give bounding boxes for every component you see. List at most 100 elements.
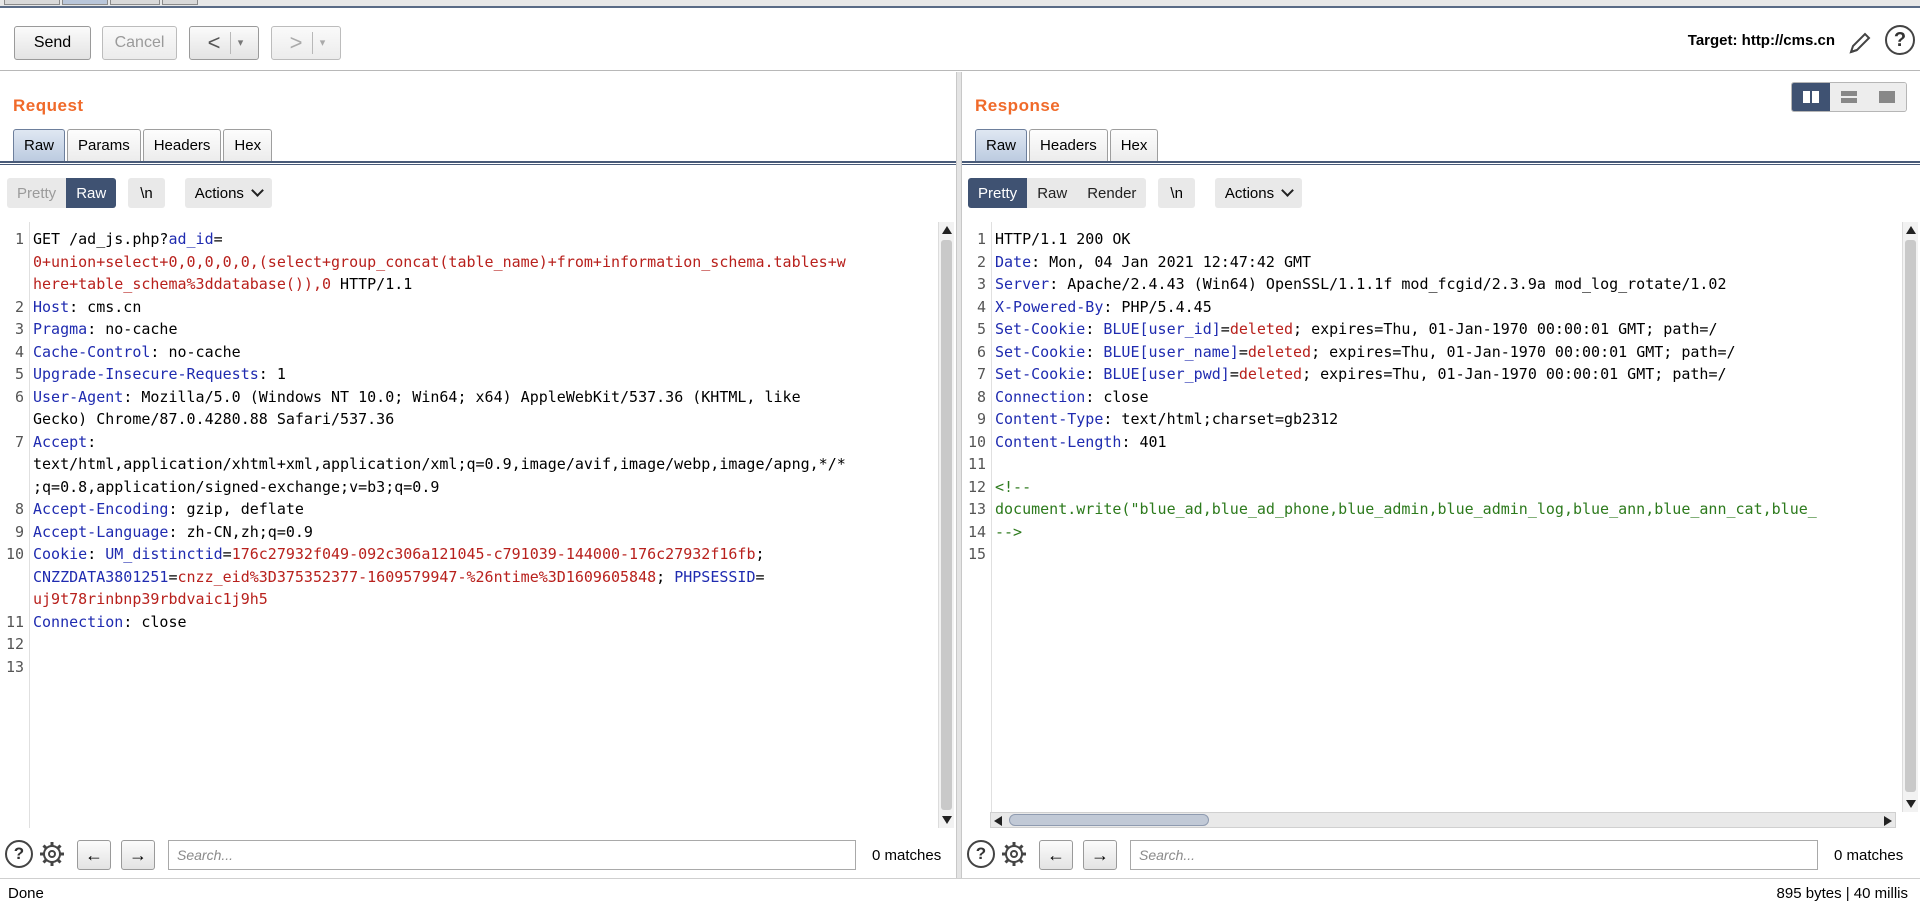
- help-icon[interactable]: ?: [5, 840, 33, 868]
- code-token: Set-Cookie: [995, 342, 1086, 361]
- response-tabs: Raw Headers Hex: [975, 129, 1160, 161]
- view-raw-button[interactable]: Raw: [1027, 178, 1078, 208]
- code-text: Set-Cookie: BLUE[user_id]=deleted; expir…: [995, 318, 1717, 341]
- line-number: 9: [976, 410, 986, 428]
- back-button[interactable]: < ▾: [189, 26, 259, 60]
- code-token: : 1: [258, 365, 286, 383]
- code-token: ; expires=Thu, 01-Jan-1970 00:00:01 GMT;…: [1293, 320, 1718, 338]
- forward-button[interactable]: > ▾: [271, 26, 341, 60]
- layout-split-horizontal-icon[interactable]: [1830, 83, 1868, 111]
- scroll-left-icon[interactable]: [994, 816, 1002, 826]
- code-text: uj9t78rinbnp39rbdvaic1j9h5: [33, 588, 268, 611]
- send-button[interactable]: Send: [14, 26, 91, 60]
- cancel-button[interactable]: Cancel: [102, 26, 177, 60]
- line-number: 2: [14, 297, 24, 316]
- search-input[interactable]: [1130, 840, 1818, 870]
- tab-raw[interactable]: Raw: [13, 129, 66, 161]
- layout-split-vertical-icon[interactable]: [1792, 83, 1830, 111]
- code-token: Server: [995, 275, 1050, 293]
- view-pretty-button[interactable]: Pretty: [968, 178, 1028, 208]
- search-previous-button[interactable]: ←: [1039, 840, 1073, 870]
- match-count: 0 matches: [872, 847, 942, 864]
- code-token: : Mozilla/5.0 (Windows NT 10.0; Win64; x…: [123, 387, 801, 406]
- tab-divider: [962, 161, 1920, 165]
- tab-hex[interactable]: Hex: [223, 129, 273, 161]
- code-token: uj9t78rinbnp39rbdvaic1j9h5: [33, 590, 268, 608]
- chevron-down-icon: [251, 184, 264, 197]
- search-next-button[interactable]: →: [1083, 840, 1117, 870]
- tab-headers[interactable]: Headers: [1029, 129, 1108, 161]
- code-token: -->: [995, 522, 1023, 541]
- view-pretty-button[interactable]: Pretty: [7, 178, 67, 208]
- line-number: 4: [14, 342, 24, 361]
- code-token: ;: [755, 545, 765, 563]
- tab-params[interactable]: Params: [67, 129, 141, 161]
- pencil-icon[interactable]: [1845, 28, 1875, 58]
- scroll-down-icon[interactable]: [1906, 800, 1916, 808]
- code-token: Host: [33, 297, 70, 316]
- scroll-up-icon[interactable]: [1906, 226, 1916, 234]
- line-number: 13: [967, 500, 986, 518]
- top-tab[interactable]: [4, 0, 60, 5]
- search-input[interactable]: [168, 840, 856, 870]
- tab-headers[interactable]: Headers: [142, 129, 222, 161]
- settings-icon[interactable]: [1000, 840, 1028, 868]
- scroll-down-icon[interactable]: [942, 816, 952, 824]
- scroll-thumb[interactable]: [1009, 814, 1209, 826]
- response-editor[interactable]: 1 HTTP/1.1 200 OK 2 Date: Mon, 04 Jan 2021 …: [962, 222, 1900, 812]
- code-token: =: [755, 567, 765, 586]
- line-number: 13: [5, 657, 24, 676]
- code-token: ;: [656, 567, 675, 586]
- scroll-right-icon[interactable]: [1884, 816, 1892, 826]
- newline-toggle-button[interactable]: \n: [1158, 178, 1195, 208]
- code-token: User-Agent: [33, 387, 124, 406]
- scroll-thumb[interactable]: [1905, 240, 1916, 792]
- chevron-down-icon: [1281, 184, 1294, 197]
- search-next-button[interactable]: →: [121, 840, 155, 870]
- top-tab[interactable]: [62, 0, 108, 5]
- scroll-thumb[interactable]: [941, 240, 952, 810]
- code-text: Set-Cookie: BLUE[user_pwd]=deleted; expi…: [995, 363, 1727, 386]
- response-pane: Response Raw Headers Hex Pretty Raw Rend…: [962, 72, 1920, 878]
- layout-single-icon[interactable]: [1868, 83, 1906, 111]
- top-tab[interactable]: [162, 0, 198, 5]
- search-previous-button[interactable]: ←: [77, 840, 111, 870]
- scroll-up-icon[interactable]: [942, 226, 952, 234]
- repeater-toolbar: Send Cancel < ▾ > ▾ Target: http://cms.c…: [0, 8, 1920, 71]
- line-number: 8: [976, 387, 986, 406]
- tab-raw[interactable]: Raw: [975, 129, 1028, 161]
- code-text: Accept-Language: zh-CN,zh;q=0.9: [33, 521, 313, 544]
- request-tabs: Raw Params Headers Hex: [13, 129, 274, 161]
- code-token: =: [1220, 320, 1230, 338]
- tab-hex[interactable]: Hex: [1109, 129, 1159, 161]
- back-dropdown-icon[interactable]: ▾: [230, 32, 250, 54]
- code-text: 0+union+select+0,0,0,0,0,(select+group_c…: [33, 251, 846, 274]
- response-horizontal-scrollbar[interactable]: [990, 812, 1896, 828]
- help-icon[interactable]: ?: [967, 840, 995, 868]
- code-token: ad_id: [168, 230, 214, 248]
- code-token: : Apache/2.4.43 (Win64) OpenSSL/1.1.1f m…: [1049, 275, 1727, 293]
- request-vertical-scrollbar[interactable]: [938, 222, 954, 828]
- code-token: : Mon, 04 Jan 2021 12:47:42 GMT: [1031, 252, 1312, 271]
- request-editor[interactable]: 1 GET /ad_js.php?ad_id= 0+union+select+0,0…: [0, 222, 938, 828]
- forward-dropdown-icon[interactable]: ▾: [312, 32, 332, 54]
- code-token: =: [168, 567, 178, 586]
- line-number: 8: [14, 500, 24, 518]
- line-number: 3: [14, 320, 24, 338]
- arrow-left-icon: ←: [85, 844, 103, 865]
- response-vertical-scrollbar[interactable]: [1902, 222, 1918, 812]
- top-tab[interactable]: [110, 0, 160, 5]
- actions-dropdown[interactable]: Actions: [1214, 178, 1303, 208]
- newline-toggle-button[interactable]: \n: [128, 178, 165, 208]
- actions-dropdown[interactable]: Actions: [184, 178, 272, 208]
- view-render-button[interactable]: Render: [1077, 178, 1147, 208]
- settings-icon[interactable]: [38, 840, 66, 868]
- code-text: Host: cms.cn: [33, 296, 141, 319]
- code-token: : text/html;charset=gb2312: [1103, 410, 1339, 428]
- line-number: 4: [976, 297, 986, 316]
- view-raw-button[interactable]: Raw: [66, 178, 117, 208]
- code-token: X-Powered-By: [995, 297, 1104, 316]
- response-search-bar: ? ← → 0 matches: [962, 832, 1920, 878]
- help-icon[interactable]: ?: [1885, 25, 1915, 55]
- status-text: Done: [8, 885, 44, 902]
